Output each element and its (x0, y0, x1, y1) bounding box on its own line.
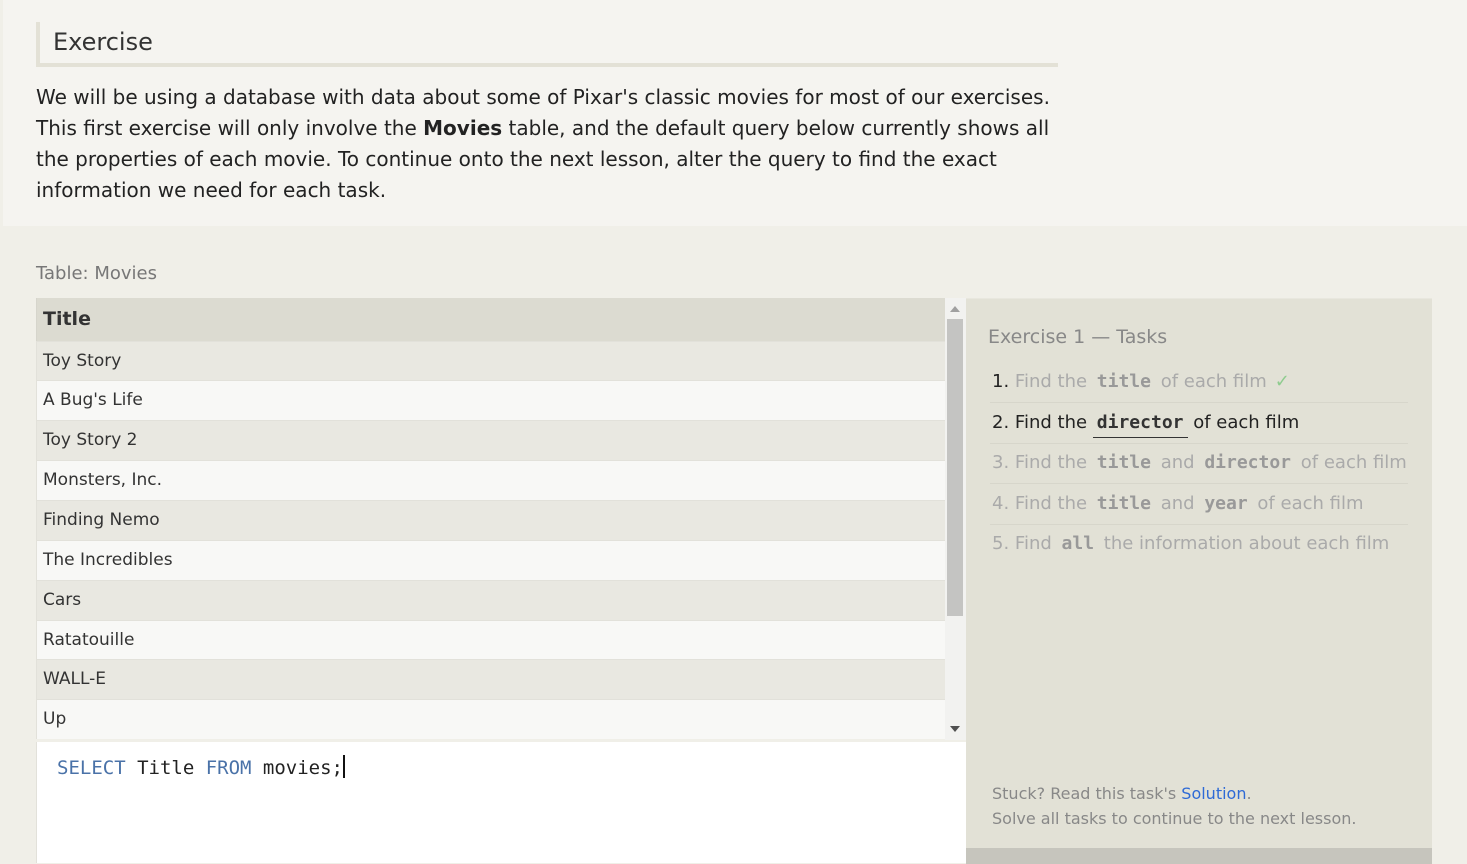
intro-table-name: Movies (423, 116, 503, 140)
help-suffix: . (1246, 784, 1252, 803)
checkmark-icon: ✓ (1274, 371, 1290, 392)
exercise-heading-box: Exercise (36, 22, 1058, 67)
help-text: Stuck? Read this task's Solution. Solve … (992, 781, 1356, 831)
task-text: of each film (1300, 452, 1407, 473)
results-table[interactable]: Title Toy Story A Bug's Life Toy Story 2… (36, 298, 966, 740)
task-text: Find the (1014, 452, 1088, 473)
task-item-2: 2. Find the director of each film (990, 403, 1408, 444)
table-row: A Bug's Life (36, 380, 945, 420)
tasks-panel: Exercise 1 — Tasks 1. Find the title of … (966, 298, 1432, 864)
task-text: and (1160, 493, 1195, 514)
task-code: title (1096, 371, 1151, 392)
task-text: Find the (1014, 493, 1088, 514)
table-row: Toy Story (36, 341, 945, 381)
task-number: 3. (992, 452, 1010, 473)
table-row: Toy Story 2 (36, 420, 945, 460)
solution-link[interactable]: Solution (1181, 784, 1246, 803)
task-code: title (1096, 452, 1151, 473)
table-cell: A Bug's Life (43, 390, 143, 410)
table-row: Up (36, 699, 945, 739)
table-row: WALL-E (36, 659, 945, 699)
table-cell: The Incredibles (43, 550, 173, 570)
sql-table: movies; (251, 757, 343, 779)
sql-column: Title (125, 757, 206, 779)
task-code: title (1096, 493, 1151, 514)
column-header-title: Title (36, 298, 945, 341)
task-item-1: 1. Find the title of each film ✓ (990, 362, 1408, 403)
table-label: Table: Movies (36, 263, 157, 284)
table-cell: Toy Story 2 (43, 430, 138, 450)
results-scrollbar[interactable] (945, 298, 966, 740)
task-text: the information about each film (1103, 533, 1390, 554)
table-row: Finding Nemo (36, 500, 945, 540)
task-number: 1. (992, 371, 1010, 392)
help-line-2: Solve all tasks to continue to the next … (992, 809, 1357, 828)
sql-keyword-select: SELECT (57, 757, 126, 779)
task-text: of each film (1257, 493, 1364, 514)
task-item-5: 5. Find all the information about each f… (990, 524, 1408, 564)
sql-query[interactable]: SELECT Title FROM movies; (57, 755, 345, 779)
task-code: director (1204, 452, 1292, 473)
table-cell: Ratatouille (43, 630, 135, 650)
table-row: The Incredibles (36, 540, 945, 580)
text-cursor (343, 755, 345, 778)
scroll-down-arrow-icon[interactable] (950, 726, 960, 732)
table-row: Ratatouille (36, 620, 945, 660)
tasks-footer-bar (966, 848, 1432, 864)
column-header-label: Title (43, 308, 91, 330)
help-prefix: Stuck? Read this task's (992, 784, 1182, 803)
exercise-heading: Exercise (53, 28, 153, 56)
task-text: of each film (1193, 412, 1300, 433)
tasks-title: Exercise 1 — Tasks (988, 326, 1168, 348)
task-text: Find the (1014, 412, 1088, 433)
task-item-3: 3. Find the title and director of each f… (990, 443, 1408, 484)
task-text: and (1160, 452, 1195, 473)
table-cell: Cars (43, 590, 82, 610)
sql-keyword-from: FROM (205, 757, 252, 779)
table-row: Monsters, Inc. (36, 460, 945, 500)
task-number: 2. (992, 412, 1010, 433)
table-cell: WALL-E (43, 669, 107, 689)
task-code: year (1204, 493, 1248, 514)
sql-editor[interactable]: SELECT Title FROM movies; (36, 742, 967, 863)
task-text: of each film (1160, 371, 1267, 392)
exercise-intro: We will be using a database with data ab… (36, 82, 1066, 206)
task-number: 5. (992, 533, 1010, 554)
table-cell: Up (43, 709, 67, 729)
task-code: all (1061, 533, 1095, 554)
table-cell: Finding Nemo (43, 510, 160, 530)
task-text: Find the (1014, 371, 1088, 392)
task-number: 4. (992, 493, 1010, 514)
task-item-4: 4. Find the title and year of each film (990, 484, 1408, 525)
scroll-thumb[interactable] (947, 319, 963, 616)
table-cell: Toy Story (43, 351, 122, 371)
table-row: Cars (36, 580, 945, 620)
scroll-up-arrow-icon[interactable] (950, 306, 960, 312)
task-code: director (1092, 412, 1188, 438)
table-cell: Monsters, Inc. (43, 470, 163, 490)
task-text: Find (1014, 533, 1052, 554)
